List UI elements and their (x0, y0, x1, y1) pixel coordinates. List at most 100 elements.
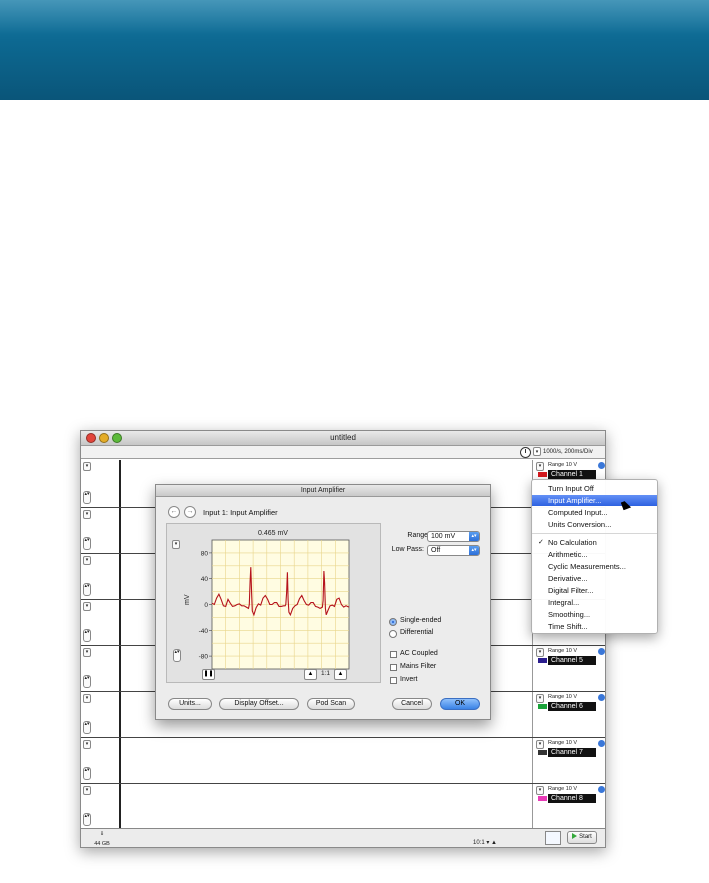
scope-view-icon[interactable] (545, 831, 561, 845)
single-ended-radio[interactable] (389, 618, 397, 626)
invert-checkbox[interactable] (390, 677, 397, 684)
channel-name[interactable]: Channel 1 (548, 470, 596, 479)
checkmark-icon: ✓ (538, 539, 544, 546)
info-icon[interactable] (598, 694, 605, 701)
scale-stepper[interactable]: ▴▾ (83, 675, 91, 688)
axis-menu-button[interactable]: ▾ (83, 462, 91, 471)
axis-menu-button[interactable]: ▾ (83, 786, 91, 795)
channel-5-label[interactable]: ▾ Range 10 V Channel 5 (536, 648, 605, 678)
range-value: 100 mV (431, 533, 456, 540)
range-select[interactable]: 100 mV ▴▾ (427, 531, 480, 542)
channel-menu-button[interactable]: ▾ (536, 648, 544, 657)
input-name: Input 1: Input Amplifier (203, 508, 278, 517)
disk-arrow-icon: ⇓ (99, 831, 105, 837)
info-icon[interactable] (598, 648, 605, 655)
menu-item-turn-input-off[interactable]: Turn Input Off (532, 483, 657, 494)
sampling-rate-control[interactable]: ▾ 1000/s, 200ms/Div (533, 447, 603, 458)
differential-label: Differential (400, 629, 434, 636)
window-toolbar: ▾ 1000/s, 200ms/Div (81, 446, 605, 459)
horizontal-zoom[interactable]: 10:1 ▾ ▲ (473, 839, 497, 846)
y-tick-label: 0 (204, 602, 208, 609)
ac-coupled-label: AC Coupled (400, 650, 438, 657)
menu-item-digital-filter[interactable]: Digital Filter... (532, 585, 657, 596)
channel-name[interactable]: Channel 7 (548, 748, 596, 757)
scale-stepper[interactable]: ▴▾ (83, 491, 91, 504)
menu-separator (532, 533, 657, 534)
ok-button[interactable]: OK (440, 698, 480, 710)
menu-item-smoothing[interactable]: Smoothing... (532, 609, 657, 620)
menu-item-cyclic-measurements[interactable]: Cyclic Measurements... (532, 561, 657, 572)
channel-menu-button[interactable]: ▾ (536, 740, 544, 749)
menu-item-no-calculation[interactable]: ✓ No Calculation (532, 537, 657, 548)
channel-menu-button[interactable]: ▾ (536, 462, 544, 471)
axis-menu-button[interactable]: ▾ (83, 694, 91, 703)
sampling-rate-text: 1000/s, 200ms/Div (543, 449, 593, 456)
scale-stepper[interactable]: ▴▾ (83, 813, 91, 826)
zoom-in-icon[interactable]: ▲ (334, 669, 347, 680)
units-button[interactable]: Units... (168, 698, 212, 710)
dialog-title: Input Amplifier (156, 485, 490, 497)
channel-color-swatch (538, 704, 547, 709)
preview-readout: 0.465 mV (258, 530, 288, 537)
info-icon[interactable] (598, 462, 605, 469)
differential-radio[interactable] (389, 630, 397, 638)
channel-6-label[interactable]: ▾ Range 10 V Channel 6 (536, 694, 605, 724)
invert-label: Invert (400, 676, 418, 683)
axis-menu-button[interactable]: ▾ (83, 556, 91, 565)
channel-name[interactable]: Channel 6 (548, 702, 596, 711)
axis-menu-button[interactable]: ▾ (83, 740, 91, 749)
start-button[interactable]: Start (567, 831, 597, 844)
axis-menu-button[interactable]: ▾ (83, 602, 91, 611)
banner-shine (0, 0, 709, 34)
window-title: untitled (330, 433, 356, 442)
info-icon[interactable] (598, 740, 605, 747)
ac-coupled-checkbox[interactable] (390, 651, 397, 658)
scale-stepper[interactable]: ▴▾ (83, 767, 91, 780)
y-tick-label: 40 (201, 576, 209, 583)
channel-range: Range 10 V (548, 786, 578, 792)
channel-menu-button[interactable]: ▾ (536, 786, 544, 795)
menu-item-units-conversion[interactable]: Units Conversion... (532, 519, 657, 530)
menu-item-input-amplifier[interactable]: Input Amplifier... (532, 495, 657, 506)
menu-item-derivative[interactable]: Derivative... (532, 573, 657, 584)
zoom-out-icon[interactable]: ▲ (304, 669, 317, 680)
display-offset-button[interactable]: Display Offset... (219, 698, 299, 710)
scale-stepper[interactable]: ▴▾ (83, 537, 91, 550)
channel-color-swatch (538, 750, 547, 755)
channel-8-label[interactable]: ▾ Range 10 V Channel 8 (536, 786, 605, 816)
previous-input-button[interactable]: ← (168, 506, 180, 518)
scale-stepper[interactable]: ▴▾ (83, 721, 91, 734)
channel-7-label[interactable]: ▾ Range 10 V Channel 7 (536, 740, 605, 770)
info-icon[interactable] (598, 786, 605, 793)
bottom-status-bar: ⇓ 44 GB 10:1 ▾ ▲ Start (81, 828, 605, 847)
scale-stepper[interactable]: ▴▾ (83, 629, 91, 642)
signal-preview-panel: ▾ ▴▾ 0.465 mV 80 40 0 -40 -80 mV ❚❚ ▲ 1:1 ▲ (166, 523, 381, 683)
signal-preview-chart: 0.465 mV 80 40 0 -40 -80 mV (184, 530, 350, 670)
channel-name[interactable]: Channel 8 (548, 794, 596, 803)
axis-menu-button[interactable]: ▾ (83, 510, 91, 519)
y-tick-labels: 80 40 0 -40 -80 (199, 550, 212, 661)
chevron-updown-icon: ▴▾ (469, 546, 479, 555)
axis-menu-button[interactable]: ▾ (83, 648, 91, 657)
menu-item-computed-input[interactable]: Computed Input... (532, 507, 657, 518)
menu-item-arithmetic[interactable]: Arithmetic... (532, 549, 657, 560)
menu-item-integral[interactable]: Integral... (532, 597, 657, 608)
y-tick-label: -80 (199, 654, 209, 661)
menu-item-label: No Calculation (548, 538, 597, 547)
menu-item-time-shift[interactable]: Time Shift... (532, 621, 657, 632)
disk-space-text: 44 GB (94, 841, 110, 847)
pod-scan-button[interactable]: Pod Scan (307, 698, 355, 710)
scale-stepper[interactable]: ▴▾ (83, 583, 91, 596)
low-pass-value: Off (431, 547, 441, 554)
pause-button[interactable]: ❚❚ (202, 669, 215, 680)
zoom-ratio: 10:1 (473, 840, 485, 846)
low-pass-select[interactable]: Off ▴▾ (427, 545, 480, 556)
channel-menu-button[interactable]: ▾ (536, 694, 544, 703)
next-input-button[interactable]: → (184, 506, 196, 518)
cancel-button[interactable]: Cancel (392, 698, 432, 710)
header-banner (0, 0, 709, 100)
chevron-down-icon: ▾ (533, 447, 541, 456)
clock-icon[interactable] (520, 447, 531, 458)
channel-name[interactable]: Channel 5 (548, 656, 596, 665)
mains-filter-checkbox[interactable] (390, 664, 397, 671)
